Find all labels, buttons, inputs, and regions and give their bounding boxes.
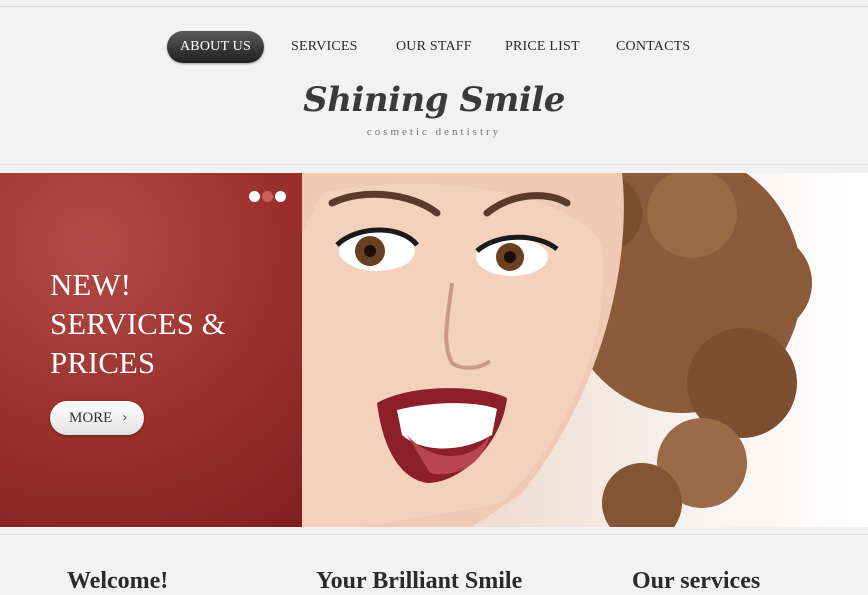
main-nav: ABOUT US SERVICES OUR STAFF PRICE LIST C… — [0, 31, 868, 63]
slider-dot-1[interactable] — [249, 191, 260, 202]
nav-price-list[interactable]: PRICE LIST — [505, 31, 580, 63]
nav-contacts[interactable]: CONTACTS — [616, 31, 690, 63]
nav-services[interactable]: SERVICES — [291, 31, 358, 63]
top-divider — [0, 6, 868, 7]
hero-slider: NEW! SERVICES & PRICES MORE › — [0, 173, 868, 527]
slider-dot-3[interactable] — [275, 191, 286, 202]
slider-dot-2[interactable] — [262, 191, 273, 202]
more-button[interactable]: MORE › — [50, 401, 144, 435]
chevron-right-icon: › — [122, 410, 128, 426]
heading-welcome: Welcome! — [67, 568, 169, 594]
promo-line-1: NEW! — [50, 267, 131, 302]
hero-photo — [302, 173, 868, 527]
more-button-label: MORE — [69, 410, 113, 426]
nav-about-us[interactable]: ABOUT US — [167, 31, 264, 63]
site-logo-title[interactable]: Shining Smile — [0, 80, 868, 120]
promo-line-2: SERVICES & — [50, 306, 226, 341]
site-logo-subtitle: cosmetic dentistry — [366, 126, 502, 138]
heading-brilliant-smile: Your Brilliant Smile — [316, 568, 523, 594]
heading-our-services: Our services — [632, 568, 761, 594]
promo-line-3: PRICES — [50, 345, 156, 380]
content-divider — [0, 534, 868, 535]
nav-our-staff[interactable]: OUR STAFF — [396, 31, 472, 63]
promo-panel: NEW! SERVICES & PRICES MORE › — [0, 173, 302, 527]
promo-headline: NEW! SERVICES & PRICES — [50, 265, 226, 382]
smiling-woman-illustration — [302, 173, 812, 527]
header-divider — [0, 164, 868, 165]
